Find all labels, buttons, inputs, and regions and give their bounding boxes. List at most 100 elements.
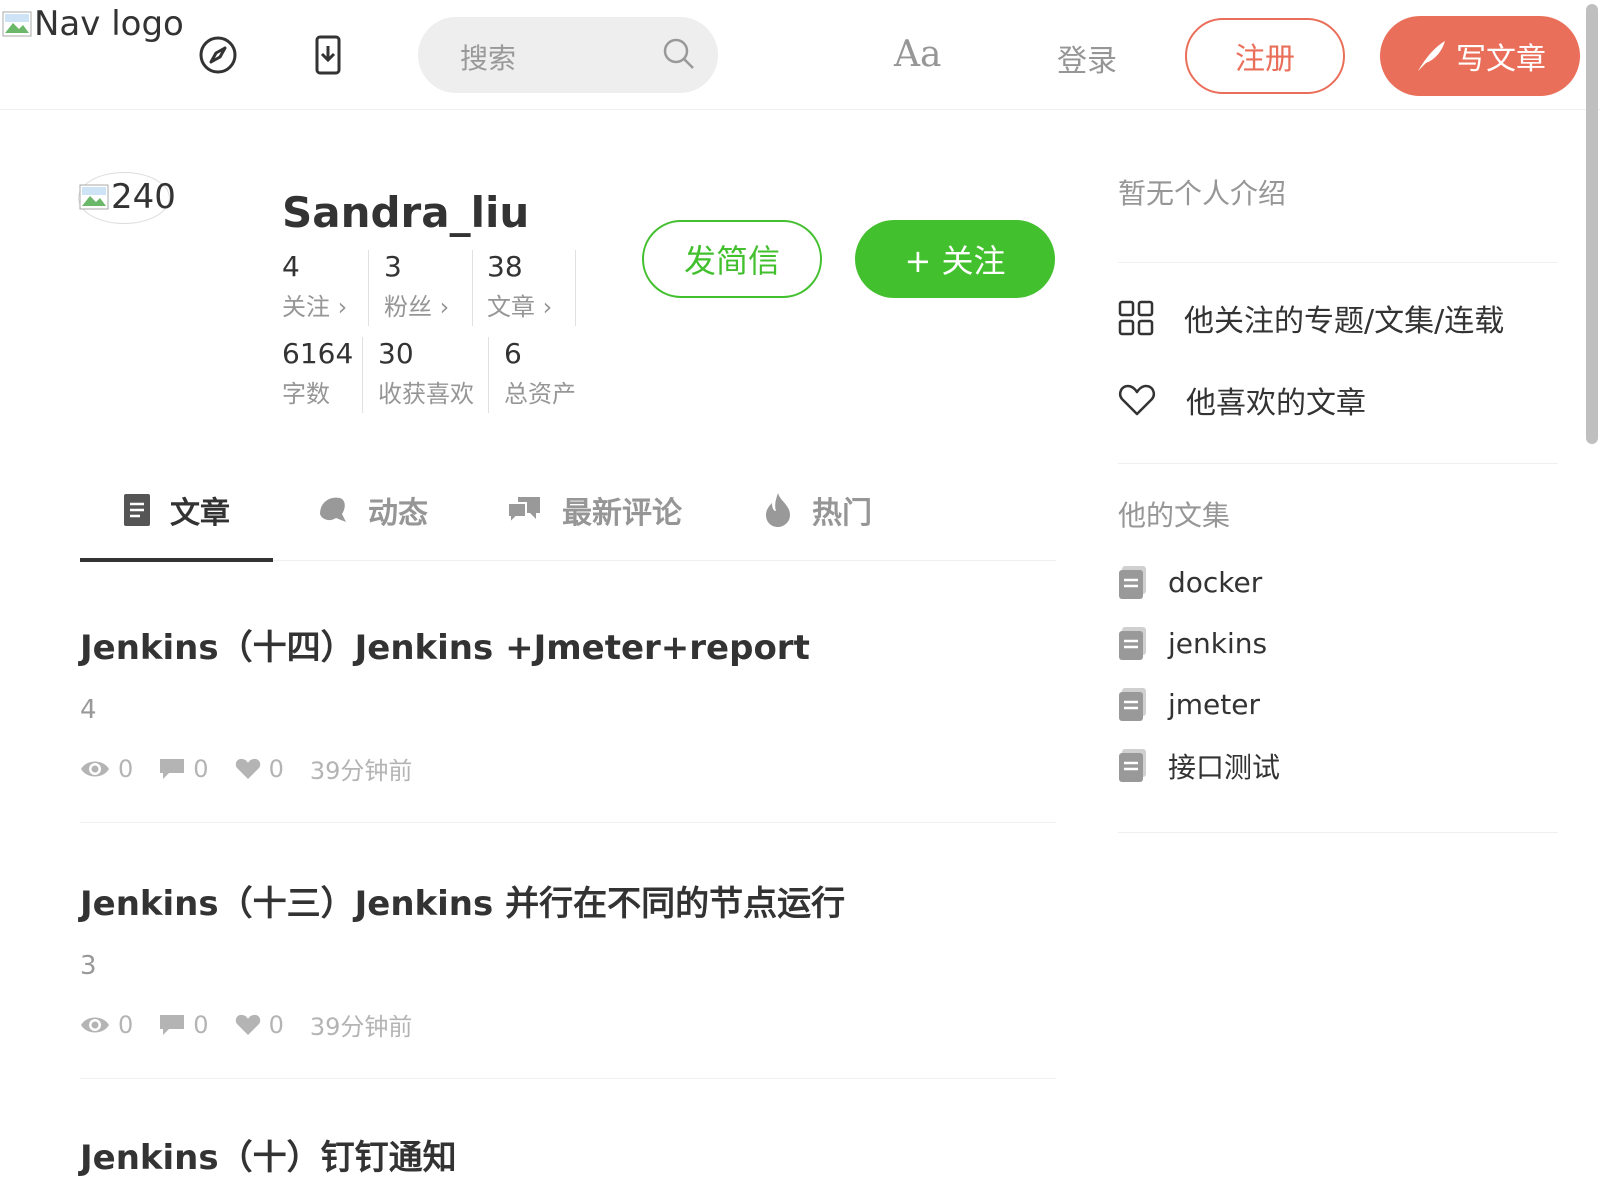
collection-item[interactable]: docker — [1118, 552, 1558, 613]
heart-icon — [235, 1014, 260, 1035]
notebook-icon — [1119, 565, 1146, 599]
write-article-button[interactable]: 写文章 — [1380, 16, 1580, 96]
send-message-button[interactable]: 发简信 — [642, 220, 822, 298]
like-count-value: 0 — [268, 1010, 284, 1039]
like-count: 0 — [235, 1011, 284, 1039]
nav-logo[interactable]: Nav logo — [2, 4, 184, 44]
stat-label: 关注 › — [282, 293, 348, 321]
nav-logo-alt: Nav logo — [34, 4, 184, 44]
comments-icon — [507, 497, 540, 525]
avatar[interactable]: 240 — [78, 172, 176, 224]
stat-value: 4 — [282, 250, 300, 283]
article-abstract: 4 — [80, 695, 97, 725]
signup-button[interactable]: 注册 — [1185, 18, 1345, 94]
scrollbar[interactable] — [1584, 0, 1600, 450]
tab-latest-comments[interactable]: 最新评论 — [506, 488, 682, 532]
write-article-label: 写文章 — [1456, 42, 1546, 77]
comment-count-value: 0 — [193, 1010, 209, 1039]
collection-label: jenkins — [1168, 627, 1268, 660]
collection-label: 接口测试 — [1168, 750, 1281, 784]
tab-activity[interactable]: 动态 — [316, 488, 428, 532]
scrollbar-thumb[interactable] — [1586, 4, 1598, 444]
search-box[interactable]: 搜索 — [418, 17, 718, 93]
tab-hot[interactable]: 热门 — [764, 488, 872, 532]
eye-icon — [81, 761, 109, 776]
view-count: 0 — [80, 1011, 133, 1039]
follow-button[interactable]: + 关注 — [855, 220, 1055, 298]
article-abstract: 3 — [80, 951, 97, 981]
divider — [80, 1078, 1056, 1079]
tab-label: 文章 — [170, 496, 230, 531]
stat-value: 30 — [378, 337, 414, 370]
stat-total-assets: 6 总资产 — [504, 337, 594, 413]
comment-count-value: 0 — [193, 754, 209, 783]
stat-value: 38 — [487, 250, 523, 283]
divider — [1118, 832, 1558, 833]
tab-label: 动态 — [368, 496, 428, 531]
collection-label: docker — [1168, 566, 1263, 599]
followed-collections-link[interactable]: 他关注的专题/文集/连载 — [1118, 277, 1558, 359]
broken-image-icon — [79, 184, 109, 210]
stat-words: 6164 字数 — [282, 337, 363, 413]
article-item: Jenkins（十）钉钉通知 — [80, 1130, 1056, 1179]
compass-icon[interactable] — [198, 35, 238, 75]
stat-label: 文章 › — [487, 293, 553, 321]
tab-label: 最新评论 — [562, 496, 682, 531]
comment-count[interactable]: 0 — [159, 754, 209, 783]
stat-value: 6164 — [282, 337, 354, 370]
aside-link-label: 他喜欢的文章 — [1186, 386, 1366, 421]
quill-pen-icon — [1418, 41, 1445, 71]
collection-item[interactable]: 接口测试 — [1118, 735, 1558, 796]
view-count-value: 0 — [118, 754, 134, 783]
profile-username[interactable]: Sandra_liu — [282, 188, 529, 237]
like-count: 0 — [235, 755, 284, 783]
search-input[interactable]: 搜索 — [460, 37, 516, 77]
divider — [1118, 463, 1558, 464]
view-count-value: 0 — [118, 1010, 134, 1039]
notebook-icon — [1119, 626, 1146, 660]
avatar-alt-text: 240 — [111, 177, 176, 217]
collection-item[interactable]: jenkins — [1118, 613, 1558, 674]
avatar-alt: 240 — [79, 177, 176, 217]
login-link[interactable]: 登录 — [1057, 36, 1117, 80]
stat-likes-received: 30 收获喜欢 — [378, 337, 489, 413]
font-settings-button[interactable]: Aa — [894, 34, 941, 75]
like-count-value: 0 — [268, 754, 284, 783]
broken-image-icon — [2, 11, 32, 37]
top-navbar: Nav logo 搜索 Aa 登录 注册 写文章 — [0, 0, 1600, 444]
stat-following[interactable]: 4 关注 › — [282, 250, 369, 326]
stat-value: 3 — [384, 250, 402, 283]
stat-value: 6 — [504, 337, 522, 370]
document-icon — [124, 494, 150, 526]
article-time: 39分钟前 — [309, 757, 413, 785]
download-app-icon[interactable] — [308, 35, 348, 75]
article-item: Jenkins（十三）Jenkins 并行在不同的节点运行 3 0 0 0 39… — [80, 876, 1056, 1042]
stat-label: 总资产 — [504, 380, 576, 408]
heart-outline-icon — [1119, 384, 1155, 416]
profile-intro: 暂无个人介绍 — [1118, 177, 1287, 210]
article-meta: 0 0 0 39分钟前 — [80, 751, 1056, 786]
active-tab-indicator — [80, 558, 273, 562]
sidebar: 暂无个人介绍 他关注的专题/文集/连载 他喜欢的文章 他的文集 docker j… — [1118, 160, 1558, 833]
article-title[interactable]: Jenkins（十四）Jenkins +Jmeter+report — [80, 620, 1056, 669]
article-time: 39分钟前 — [309, 1013, 413, 1041]
stat-label: 粉丝 › — [384, 293, 450, 321]
search-icon[interactable] — [662, 37, 696, 71]
eye-icon — [81, 1017, 109, 1032]
grid-icon — [1118, 300, 1154, 336]
stat-followers[interactable]: 3 粉丝 › — [384, 250, 473, 326]
tab-articles[interactable]: 文章 — [124, 488, 230, 532]
heart-icon — [235, 758, 260, 779]
article-meta: 0 0 0 39分钟前 — [80, 1007, 1056, 1042]
bell-icon — [320, 497, 346, 522]
comment-count[interactable]: 0 — [159, 1010, 209, 1039]
view-count: 0 — [80, 755, 133, 783]
stat-articles[interactable]: 38 文章 › — [487, 250, 576, 326]
aside-link-label: 他关注的专题/文集/连载 — [1184, 304, 1505, 339]
article-title[interactable]: Jenkins（十三）Jenkins 并行在不同的节点运行 — [80, 876, 1056, 925]
liked-articles-link[interactable]: 他喜欢的文章 — [1118, 359, 1558, 441]
article-title[interactable]: Jenkins（十）钉钉通知 — [80, 1130, 1056, 1179]
fire-icon — [766, 493, 790, 527]
collection-item[interactable]: jmeter — [1118, 674, 1558, 735]
notebook-icon — [1119, 687, 1146, 721]
